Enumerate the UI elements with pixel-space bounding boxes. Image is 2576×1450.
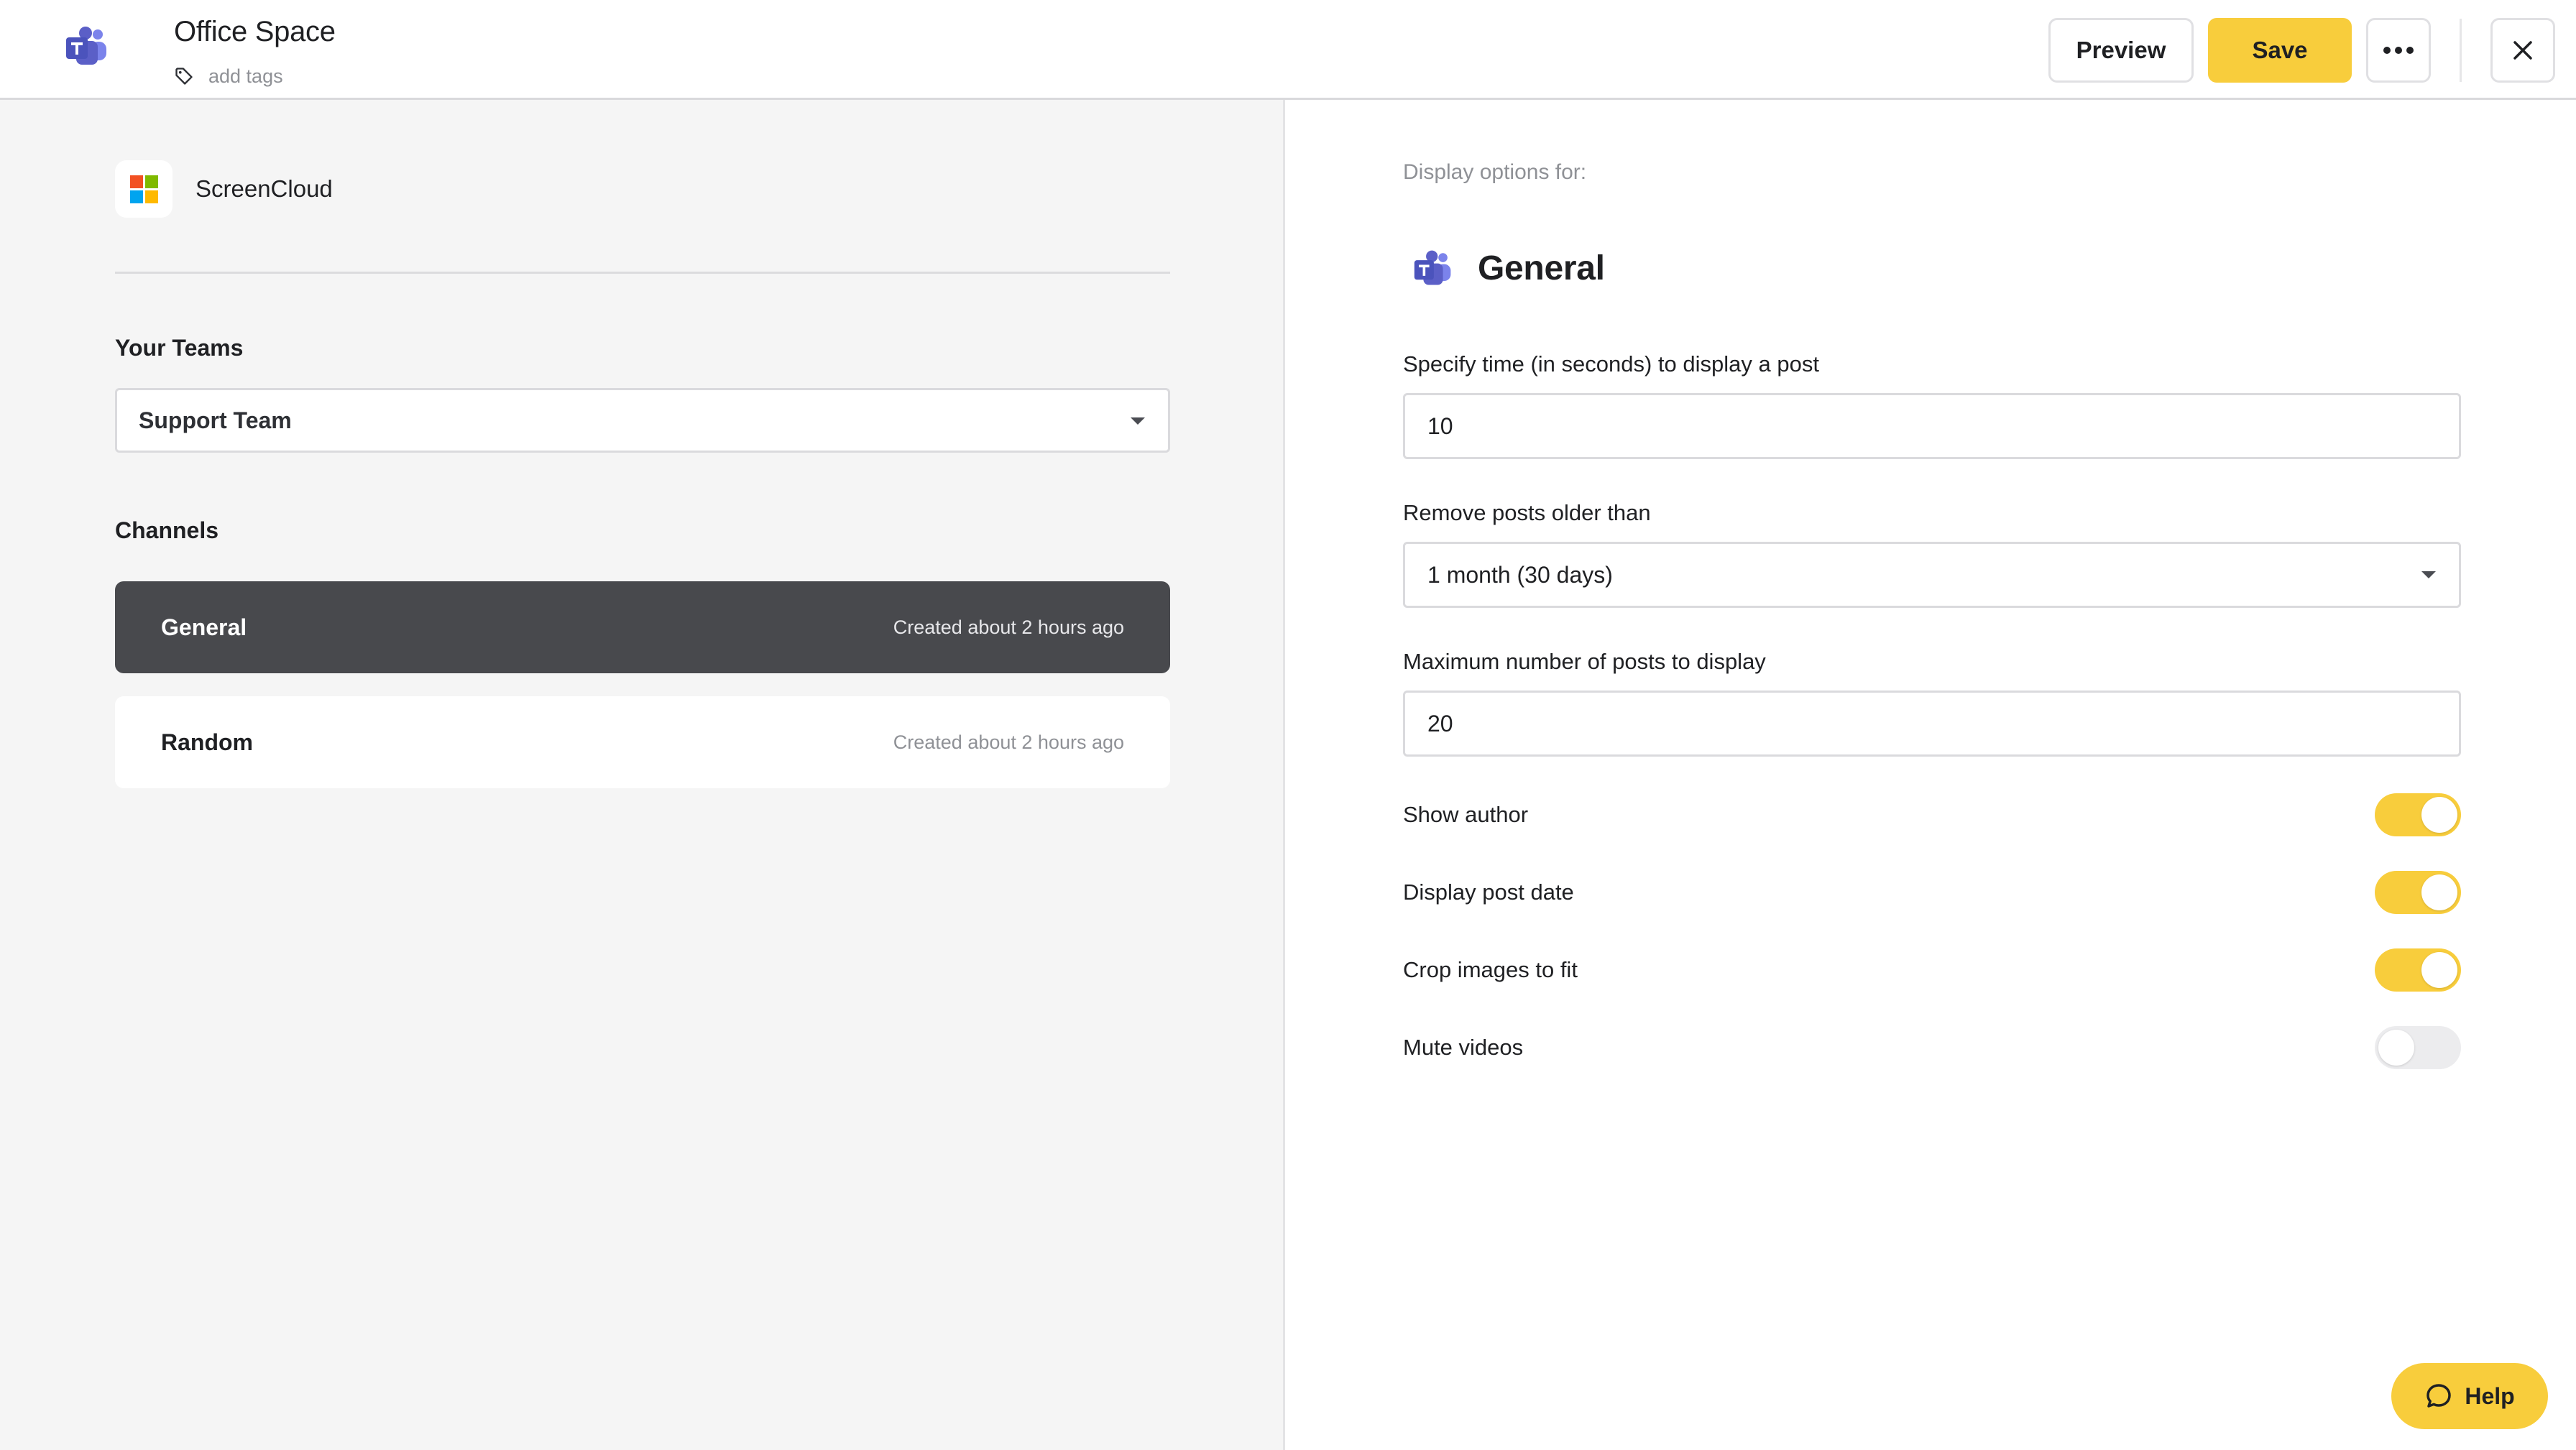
help-label: Help	[2465, 1382, 2515, 1409]
remove-older-value: 1 month (30 days)	[1427, 561, 1613, 588]
selected-channel-heading: General	[1413, 245, 1605, 291]
more-options-button[interactable]	[2366, 18, 2431, 83]
display-time-input[interactable]	[1427, 412, 2459, 440]
max-posts-label: Maximum number of posts to display	[1403, 649, 1766, 674]
team-select-value: Support Team	[139, 407, 292, 433]
display-post-date-row: Display post date	[1403, 869, 2461, 915]
max-posts-input[interactable]	[1427, 710, 2459, 737]
chat-bubble-icon	[2426, 1384, 2452, 1408]
channel-created-time: Created about 2 hours ago	[893, 731, 1124, 753]
remove-older-select[interactable]: 1 month (30 days)	[1403, 542, 2461, 608]
display-post-date-label: Display post date	[1403, 879, 1574, 905]
display-time-label: Specify time (in seconds) to display a p…	[1403, 351, 1819, 377]
toggle-knob	[2421, 874, 2457, 910]
microsoft-logo-icon	[115, 160, 172, 218]
teams-logo-icon	[1414, 250, 1451, 285]
mute-videos-row: Mute videos	[1403, 1025, 2461, 1071]
toggle-knob	[2378, 1030, 2414, 1066]
mute-videos-label: Mute videos	[1403, 1035, 1524, 1060]
max-posts-field[interactable]	[1403, 691, 2461, 757]
account-name: ScreenCloud	[196, 175, 333, 202]
crop-images-row: Crop images to fit	[1403, 947, 2461, 993]
header-divider	[2460, 19, 2462, 82]
channel-item-random[interactable]: Random Created about 2 hours ago	[115, 696, 1170, 788]
preview-button[interactable]: Preview	[2048, 18, 2194, 83]
help-button[interactable]: Help	[2391, 1363, 2548, 1429]
add-tags-text: add tags	[208, 65, 283, 87]
channel-created-time: Created about 2 hours ago	[893, 616, 1124, 638]
crop-images-toggle[interactable]	[2375, 948, 2461, 992]
page-title: Office Space	[174, 16, 336, 47]
display-options-panel: Display options for: General Specify tim…	[1287, 100, 2576, 1450]
close-button[interactable]	[2490, 18, 2555, 83]
team-select[interactable]: Support Team	[115, 388, 1170, 453]
display-options-label: Display options for:	[1403, 160, 1587, 184]
channel-name: General	[161, 614, 247, 640]
teams-logo-icon	[66, 27, 106, 65]
remove-older-label: Remove posts older than	[1403, 500, 1651, 525]
channel-item-general[interactable]: General Created about 2 hours ago	[115, 581, 1170, 673]
mute-videos-toggle[interactable]	[2375, 1026, 2461, 1069]
top-bar: Office Space add tags Preview Save	[0, 0, 2576, 100]
close-icon	[2513, 41, 2532, 60]
save-button[interactable]: Save	[2208, 18, 2352, 83]
divider	[115, 272, 1170, 274]
more-icon	[2383, 47, 2414, 54]
display-time-field[interactable]	[1403, 393, 2461, 459]
crop-images-label: Crop images to fit	[1403, 957, 1578, 982]
display-post-date-toggle[interactable]	[2375, 871, 2461, 914]
show-author-label: Show author	[1403, 802, 1529, 827]
show-author-toggle[interactable]	[2375, 793, 2461, 836]
tag-icon	[175, 68, 193, 85]
account-row: ScreenCloud	[115, 160, 333, 218]
channel-selector-panel: ScreenCloud Your Teams Support Team Chan…	[0, 100, 1285, 1450]
your-teams-label: Your Teams	[115, 335, 244, 361]
toggle-knob	[2421, 797, 2457, 833]
show-author-row: Show author	[1403, 792, 2461, 838]
add-tags-link[interactable]: add tags	[174, 63, 283, 89]
channel-heading: General	[1478, 249, 1605, 287]
channels-label: Channels	[115, 517, 219, 543]
chevron-down-icon	[1131, 417, 1145, 425]
chevron-down-icon	[2421, 571, 2436, 578]
channel-name: Random	[161, 729, 253, 755]
toggle-knob	[2421, 952, 2457, 988]
